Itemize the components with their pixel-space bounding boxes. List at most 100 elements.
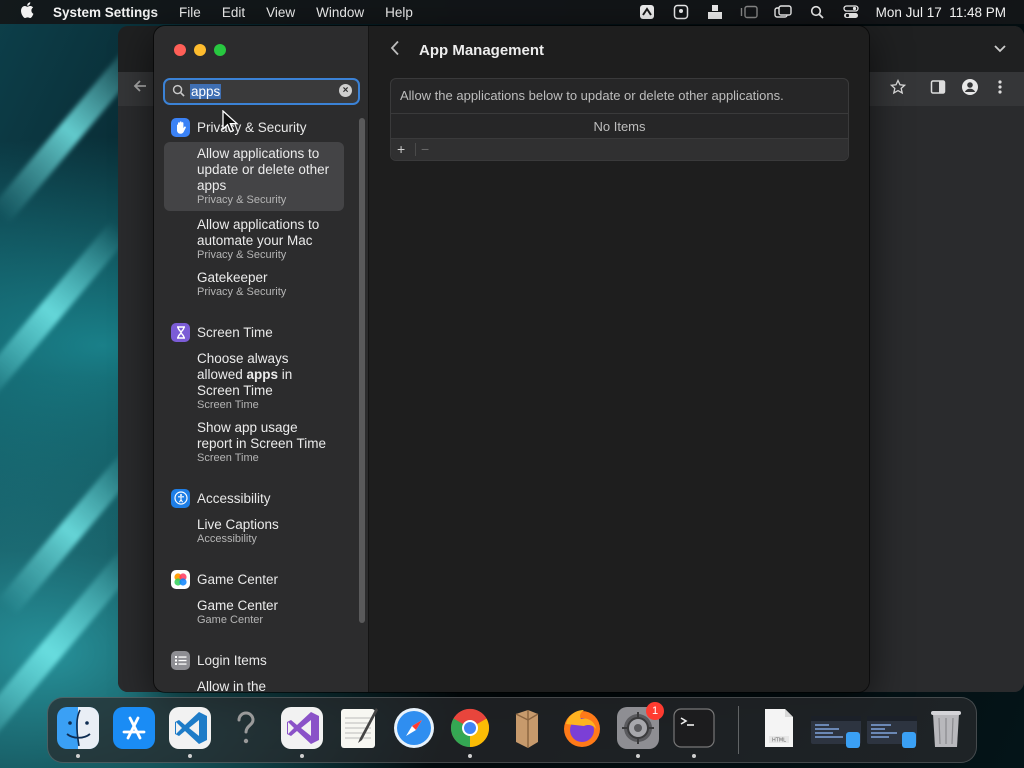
menu-bar: System Settings File Edit View Window He… bbox=[0, 0, 1024, 24]
dock-textedit[interactable] bbox=[336, 706, 380, 750]
result-item-allow-in-background[interactable]: Allow in the Background bbox=[164, 675, 344, 692]
menu-view[interactable]: View bbox=[266, 5, 295, 20]
mouse-pointer-icon bbox=[222, 109, 240, 134]
dock-finder[interactable] bbox=[56, 706, 100, 758]
status-tray-icon[interactable] bbox=[706, 4, 724, 20]
spotlight-search-icon[interactable] bbox=[808, 4, 826, 20]
result-title: Gatekeeper bbox=[197, 270, 268, 285]
stage-manager-icon[interactable] bbox=[740, 4, 758, 20]
running-indicator bbox=[188, 754, 192, 758]
result-item-app-management[interactable]: Allow applications to update or delete o… bbox=[164, 142, 344, 211]
result-title: Choose always allowed apps in Screen Tim… bbox=[197, 351, 336, 399]
settings-sidebar: apps × Privacy & Security Allow applicat… bbox=[154, 26, 369, 692]
result-subtitle: Privacy & Security bbox=[197, 194, 287, 206]
dock-window-thumbnail-1[interactable] bbox=[810, 706, 862, 750]
clear-search-icon[interactable]: × bbox=[339, 84, 352, 97]
result-group-label: Screen Time bbox=[197, 324, 273, 340]
browser-back-icon[interactable] bbox=[132, 78, 148, 98]
side-panel-icon[interactable] bbox=[930, 79, 946, 99]
result-group-game-center[interactable]: Game Center bbox=[154, 564, 358, 594]
result-title: Allow applications to update or delete o… bbox=[197, 146, 330, 193]
menu-bar-extras: Mon Jul 17 11:48 PM bbox=[638, 0, 1006, 24]
back-chevron-icon[interactable] bbox=[390, 40, 400, 61]
result-subtitle: Screen Time bbox=[197, 452, 259, 464]
dock-firefox[interactable] bbox=[560, 706, 604, 750]
dock-visual-studio[interactable] bbox=[280, 706, 324, 758]
footer-divider bbox=[415, 143, 416, 156]
remove-app-button[interactable]: − bbox=[421, 141, 429, 157]
running-indicator bbox=[692, 754, 696, 758]
dock-system-settings[interactable]: 1 bbox=[616, 702, 664, 758]
result-group-screen-time[interactable]: Screen Time bbox=[154, 317, 358, 347]
dock-help-viewer[interactable] bbox=[224, 706, 268, 750]
result-subtitle: Privacy & Security bbox=[197, 249, 287, 261]
tab-list-chevron-icon[interactable] bbox=[994, 40, 1006, 57]
hourglass-icon bbox=[171, 322, 190, 342]
empty-list-label: No Items bbox=[593, 119, 646, 134]
sidebar-scrollbar[interactable] bbox=[359, 118, 365, 623]
menu-window[interactable]: Window bbox=[316, 5, 364, 20]
dock: 1 HTML bbox=[47, 697, 977, 763]
result-item-live-captions[interactable]: Live Captions Accessibility bbox=[164, 513, 344, 550]
menu-bar-clock[interactable]: Mon Jul 17 11:48 PM bbox=[876, 5, 1006, 20]
dock-package[interactable] bbox=[504, 706, 548, 750]
result-subtitle: Accessibility bbox=[197, 533, 257, 545]
dock-terminal[interactable] bbox=[672, 706, 716, 758]
result-title: Show app usage report in Screen Time bbox=[197, 420, 327, 451]
status-app-icon[interactable] bbox=[638, 4, 656, 20]
result-item-game-center[interactable]: Game Center Game Center bbox=[164, 594, 344, 631]
window-close-button[interactable] bbox=[174, 44, 186, 56]
status-square-icon[interactable] bbox=[672, 4, 690, 20]
result-title: Game Center bbox=[197, 598, 279, 613]
running-indicator bbox=[300, 754, 304, 758]
running-indicator bbox=[468, 754, 472, 758]
apple-menu-icon[interactable] bbox=[18, 1, 36, 23]
search-results-list: Privacy & Security Allow applications to… bbox=[154, 112, 358, 692]
result-item-automation[interactable]: Allow applications to automate your Mac … bbox=[164, 213, 344, 266]
control-center-icon[interactable] bbox=[842, 4, 860, 20]
dock-vscode[interactable] bbox=[168, 706, 212, 758]
game-center-icon bbox=[171, 569, 190, 589]
result-item-app-usage-report[interactable]: Show app usage report in Screen Time Scr… bbox=[164, 416, 344, 469]
notification-badge: 1 bbox=[646, 702, 664, 720]
result-subtitle: Screen Time bbox=[197, 399, 259, 411]
result-group-accessibility[interactable]: Accessibility bbox=[154, 483, 358, 513]
result-group-privacy-security[interactable]: Privacy & Security bbox=[154, 112, 358, 142]
menu-edit[interactable]: Edit bbox=[222, 5, 245, 20]
settings-search-field[interactable]: apps × bbox=[163, 78, 360, 105]
result-item-gatekeeper[interactable]: Gatekeeper Privacy & Security bbox=[164, 266, 344, 303]
add-app-button[interactable]: + bbox=[397, 141, 405, 157]
profile-icon[interactable] bbox=[961, 78, 979, 100]
result-subtitle: Game Center bbox=[197, 614, 264, 626]
panel-description: Allow the applications below to update o… bbox=[400, 88, 784, 103]
dock-html-document[interactable]: HTML bbox=[756, 706, 800, 750]
result-group-label: Login Items bbox=[197, 652, 267, 668]
menu-app-name[interactable]: System Settings bbox=[53, 5, 158, 20]
result-item-always-allowed[interactable]: Choose always allowed apps in Screen Tim… bbox=[164, 347, 344, 416]
bookmark-star-icon[interactable] bbox=[889, 78, 907, 99]
window-minimize-button[interactable] bbox=[194, 44, 206, 56]
svg-text:HTML: HTML bbox=[772, 738, 786, 744]
list-footer: + − bbox=[391, 138, 848, 160]
dock-trash[interactable] bbox=[924, 706, 968, 750]
result-subtitle: Privacy & Security bbox=[197, 286, 287, 298]
dock-separator bbox=[738, 706, 739, 754]
page-title: App Management bbox=[419, 42, 545, 59]
system-settings-window: apps × Privacy & Security Allow applicat… bbox=[154, 26, 869, 692]
menu-file[interactable]: File bbox=[179, 5, 201, 20]
screen-mirroring-icon[interactable] bbox=[773, 4, 792, 20]
result-title: Allow applications to automate your Mac bbox=[197, 217, 320, 248]
result-group-login-items[interactable]: Login Items bbox=[154, 645, 358, 675]
dock-window-thumbnail-2[interactable] bbox=[866, 706, 918, 750]
window-zoom-button[interactable] bbox=[214, 44, 226, 56]
dock-app-store[interactable] bbox=[112, 706, 156, 750]
list-icon bbox=[171, 650, 190, 670]
app-management-list: Allow the applications below to update o… bbox=[390, 78, 849, 161]
browser-menu-icon[interactable] bbox=[998, 79, 1002, 99]
search-input-value[interactable]: apps bbox=[190, 84, 222, 99]
dock-safari[interactable] bbox=[392, 706, 436, 750]
wallpaper-streak bbox=[0, 220, 130, 404]
running-indicator bbox=[76, 754, 80, 758]
menu-help[interactable]: Help bbox=[385, 5, 413, 20]
dock-chrome[interactable] bbox=[448, 706, 492, 758]
